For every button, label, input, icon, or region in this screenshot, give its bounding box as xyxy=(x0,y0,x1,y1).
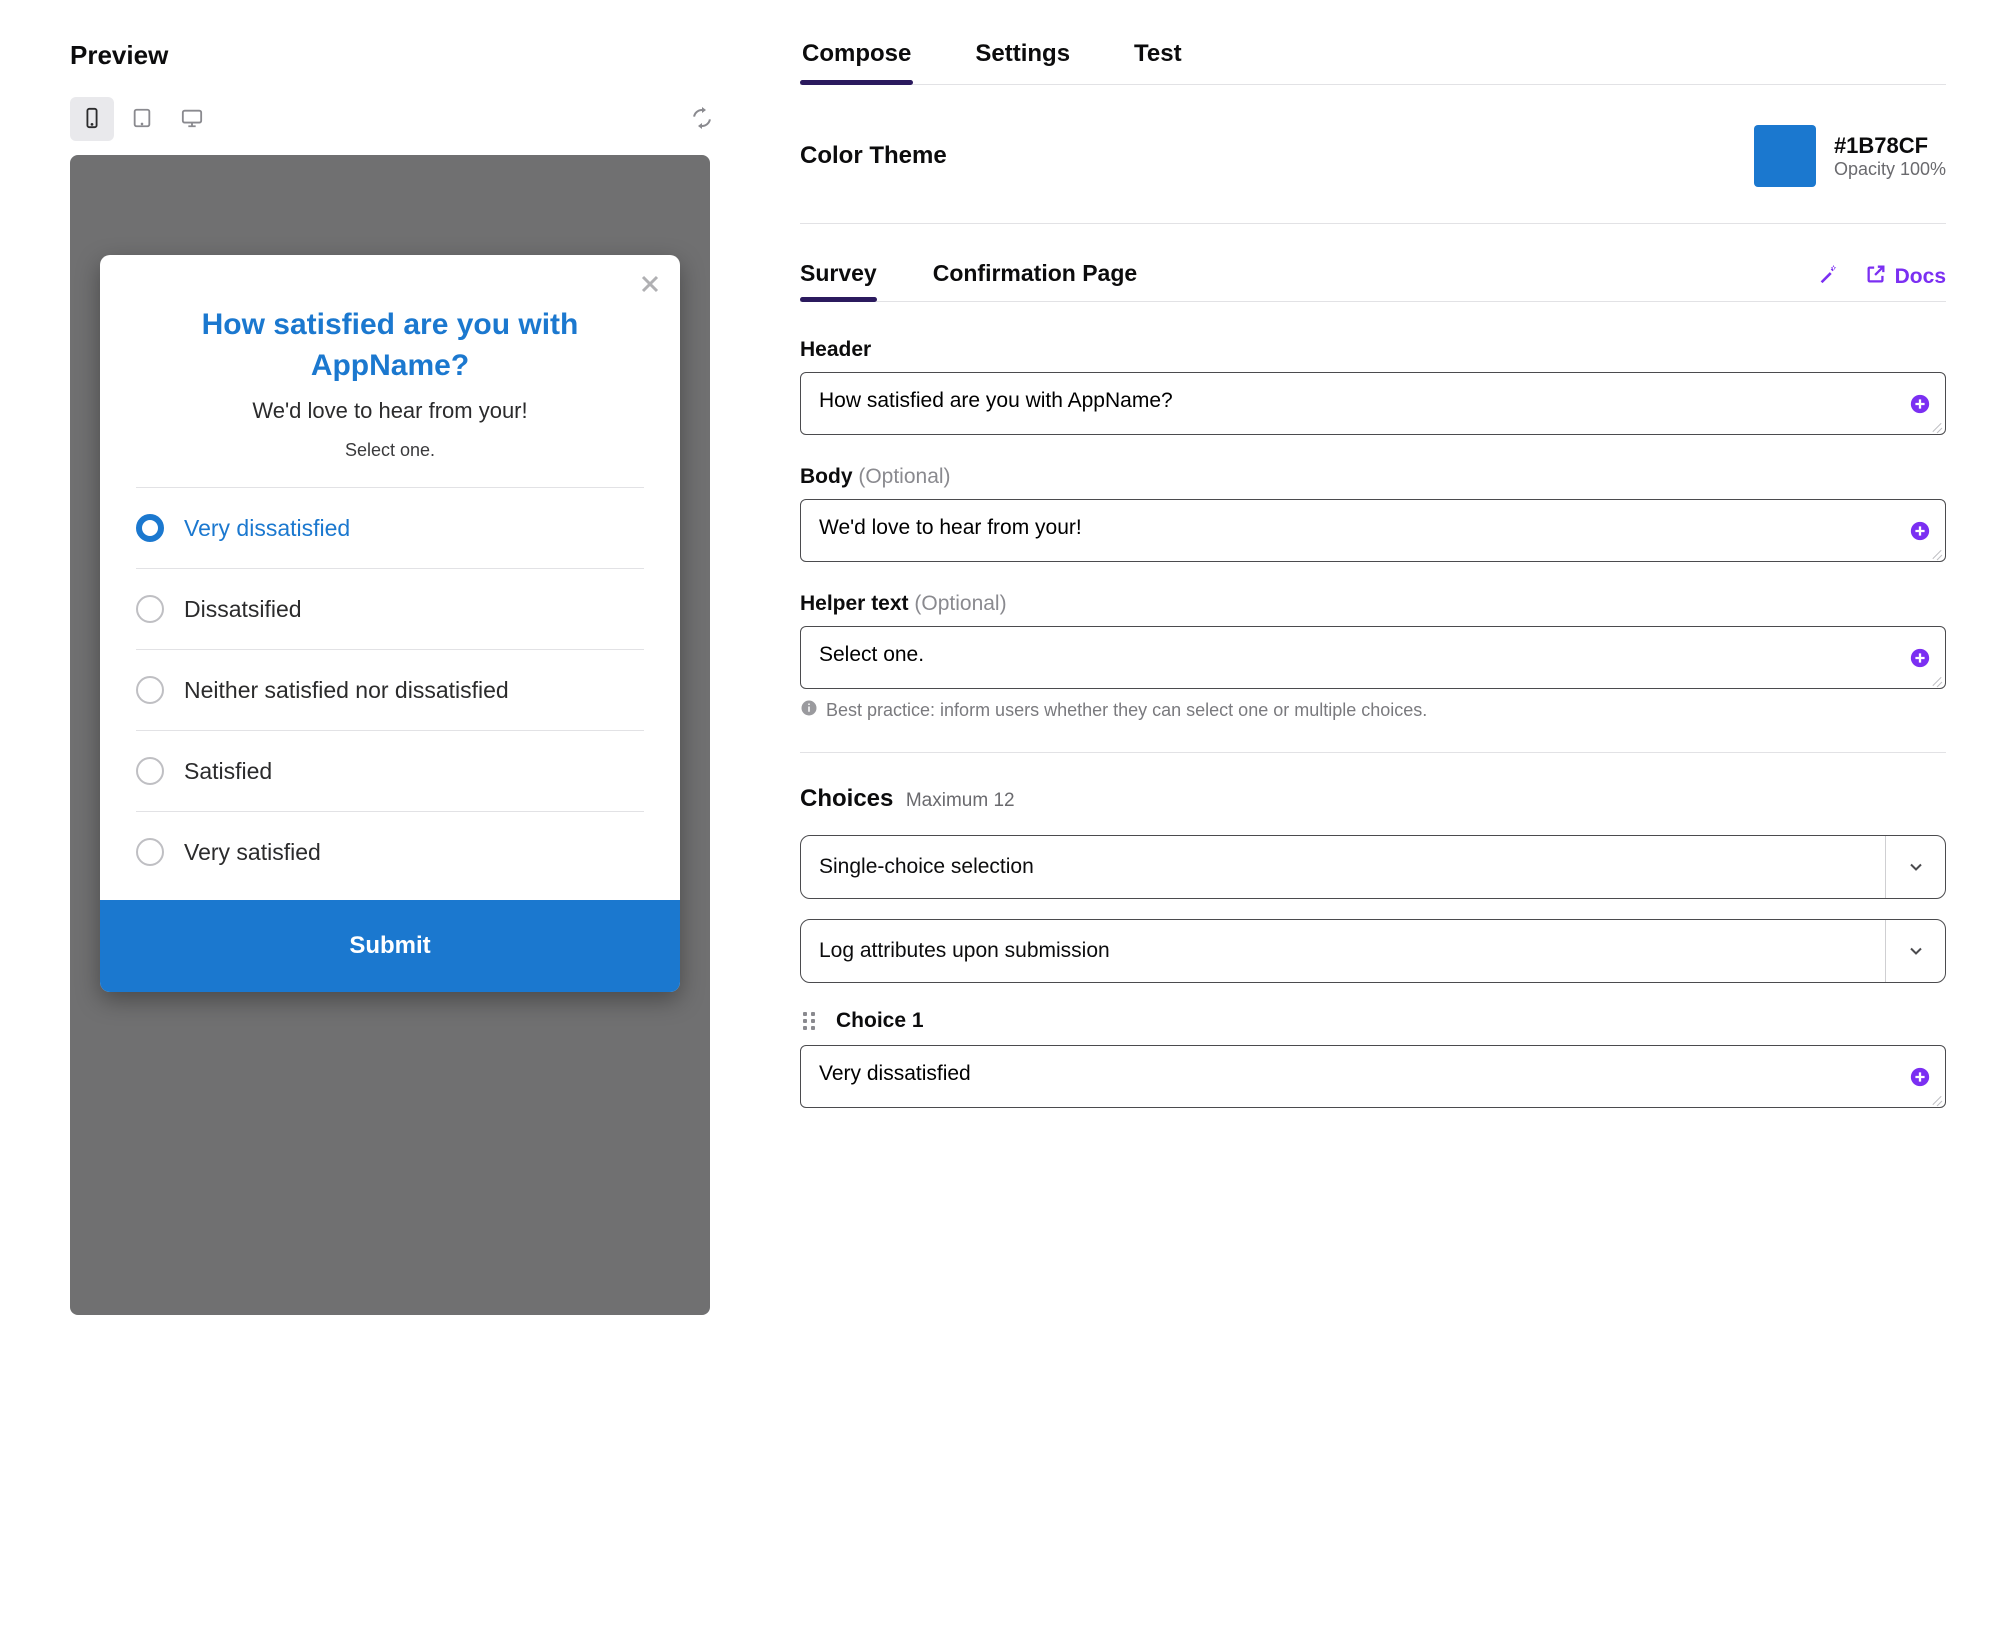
helper-field-label: Helper text xyxy=(800,592,909,615)
color-opacity: Opacity 100% xyxy=(1834,159,1946,180)
survey-option-label: Very dissatisfied xyxy=(184,515,350,542)
insert-variable-button[interactable] xyxy=(1909,520,1931,542)
choice-1-label: Choice 1 xyxy=(836,1009,924,1033)
magic-wand-icon xyxy=(1817,263,1839,291)
chevron-down-icon xyxy=(1885,920,1945,982)
device-group xyxy=(70,97,214,141)
survey-option[interactable]: Very dissatisfied xyxy=(136,487,644,568)
helper-field-optional: (Optional) xyxy=(914,592,1006,615)
body-field-optional: (Optional) xyxy=(858,465,950,488)
survey-option-label: Very satisfied xyxy=(184,839,321,866)
radio-icon xyxy=(136,838,164,866)
resize-handle-icon xyxy=(1931,1093,1943,1105)
tab-compose[interactable]: Compose xyxy=(800,40,913,84)
helper-input-wrap xyxy=(800,626,1946,689)
log-attributes-select[interactable]: Log attributes upon submission xyxy=(800,919,1946,983)
device-tablet-button[interactable] xyxy=(120,97,164,141)
desktop-icon xyxy=(181,107,203,132)
info-icon xyxy=(800,699,818,722)
survey-option-label: Dissatsified xyxy=(184,596,302,623)
color-hex: #1B78CF xyxy=(1834,133,1946,159)
sub-tabs: Survey Confirmation Page xyxy=(800,260,1137,301)
survey-option[interactable]: Dissatsified xyxy=(136,568,644,649)
helper-input[interactable] xyxy=(801,627,1945,683)
helper-hint: Best practice: inform users whether they… xyxy=(800,699,1946,722)
resize-handle-icon xyxy=(1931,674,1943,686)
choices-max: Maximum 12 xyxy=(906,790,1015,811)
color-swatch-row[interactable]: #1B78CF Opacity 100% xyxy=(1754,125,1946,187)
body-input-wrap xyxy=(800,499,1946,562)
choice-1-input[interactable] xyxy=(801,1046,1945,1102)
survey-body: We'd love to hear from your! xyxy=(100,398,680,440)
header-input[interactable] xyxy=(801,373,1945,429)
radio-icon xyxy=(136,595,164,623)
insert-variable-button[interactable] xyxy=(1909,647,1931,669)
survey-card: How satisfied are you with AppName? We'd… xyxy=(100,255,680,992)
body-input[interactable] xyxy=(801,500,1945,556)
choice-1-input-wrap xyxy=(800,1045,1946,1108)
device-frame: How satisfied are you with AppName? We'd… xyxy=(70,155,710,1315)
preview-title: Preview xyxy=(70,40,720,71)
choice-type-select[interactable]: Single-choice selection xyxy=(800,835,1946,899)
refresh-icon xyxy=(690,106,714,133)
log-attributes-value: Log attributes upon submission xyxy=(819,939,1110,963)
survey-option-label: Satisfied xyxy=(184,758,272,785)
survey-header: How satisfied are you with AppName? xyxy=(100,299,680,398)
survey-option-label: Neither satisfied nor dissatisfied xyxy=(184,677,509,704)
subtab-survey[interactable]: Survey xyxy=(800,260,877,301)
drag-handle-icon[interactable] xyxy=(800,1012,818,1030)
resize-handle-icon xyxy=(1931,420,1943,432)
close-icon xyxy=(638,284,662,299)
survey-option[interactable]: Very satisfied xyxy=(136,811,644,892)
mobile-icon xyxy=(81,107,103,132)
choice-type-value: Single-choice selection xyxy=(819,855,1034,879)
subtab-confirmation[interactable]: Confirmation Page xyxy=(933,260,1137,301)
external-link-icon xyxy=(1865,263,1887,291)
insert-variable-button[interactable] xyxy=(1909,1066,1931,1088)
radio-icon xyxy=(136,757,164,785)
survey-options: Very dissatisfied Dissatsified Neither s… xyxy=(100,487,680,892)
color-theme-label: Color Theme xyxy=(800,142,947,170)
header-field-label: Header xyxy=(800,338,871,361)
refresh-button[interactable] xyxy=(684,101,720,137)
tab-test[interactable]: Test xyxy=(1132,40,1184,84)
survey-close-button[interactable] xyxy=(636,271,664,299)
radio-icon xyxy=(136,676,164,704)
body-field-label: Body xyxy=(800,465,853,488)
tab-settings[interactable]: Settings xyxy=(973,40,1072,84)
header-input-wrap xyxy=(800,372,1946,435)
magic-wand-button[interactable] xyxy=(1817,263,1839,291)
survey-option[interactable]: Neither satisfied nor dissatisfied xyxy=(136,649,644,730)
resize-handle-icon xyxy=(1931,547,1943,559)
docs-link[interactable]: Docs xyxy=(1865,263,1946,291)
survey-submit-button[interactable]: Submit xyxy=(100,900,680,992)
helper-hint-text: Best practice: inform users whether they… xyxy=(826,700,1427,721)
chevron-down-icon xyxy=(1885,836,1945,898)
survey-helper: Select one. xyxy=(100,440,680,487)
radio-icon xyxy=(136,514,164,542)
device-desktop-button[interactable] xyxy=(170,97,214,141)
insert-variable-button[interactable] xyxy=(1909,393,1931,415)
preview-toolbar xyxy=(70,97,720,141)
color-swatch xyxy=(1754,125,1816,187)
tablet-icon xyxy=(131,107,153,132)
main-tabs: Compose Settings Test xyxy=(800,40,1946,85)
docs-link-label: Docs xyxy=(1895,265,1946,289)
choices-label: Choices xyxy=(800,785,893,812)
device-mobile-button[interactable] xyxy=(70,97,114,141)
survey-option[interactable]: Satisfied xyxy=(136,730,644,811)
